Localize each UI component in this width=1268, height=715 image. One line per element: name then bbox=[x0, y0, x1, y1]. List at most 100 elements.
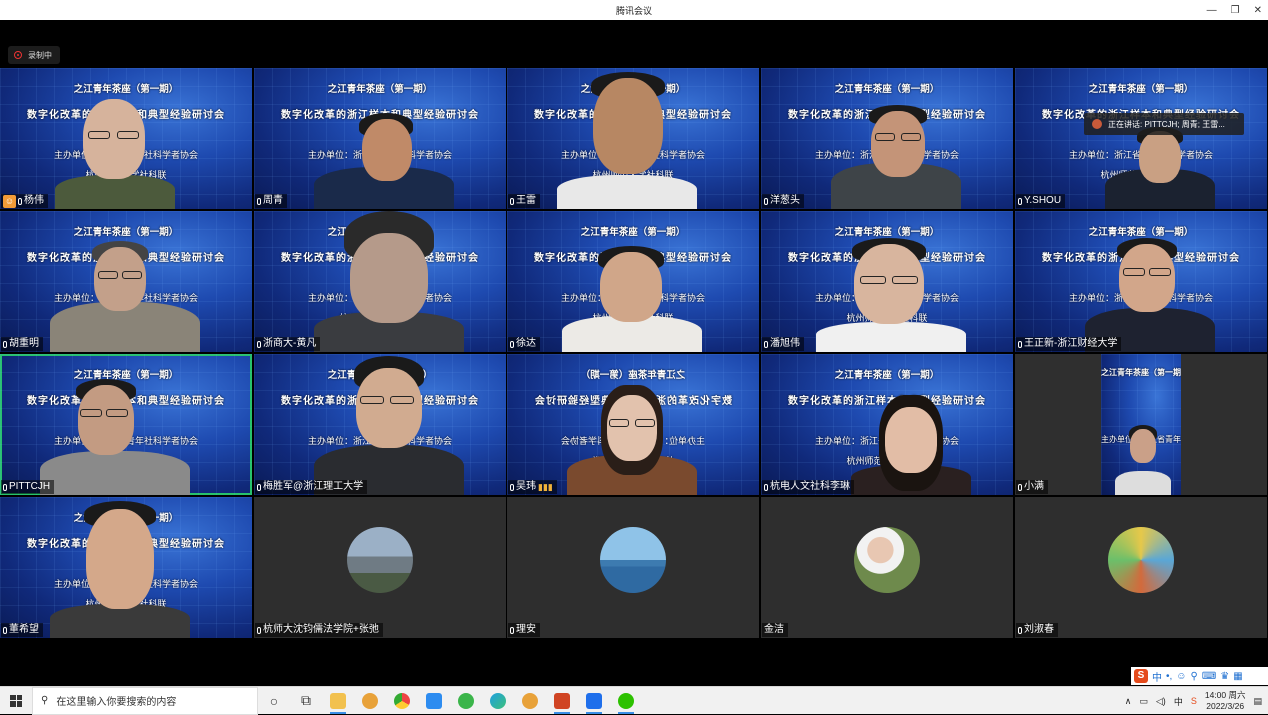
participant-name-tag: 吴玮 ▮▮▮ bbox=[508, 480, 557, 494]
minimize-icon[interactable]: — bbox=[1207, 5, 1217, 16]
participant-name: 金洁 bbox=[764, 624, 784, 635]
participant-video bbox=[40, 375, 190, 495]
video-tile[interactable]: 之江青年茶座（第一期） 主办单位：浙江省青年社科学者协会 小满 bbox=[1015, 354, 1267, 495]
participant-name: 杭师大沈钧儒法学院+张弛 bbox=[263, 624, 379, 635]
keyboard-icon[interactable]: ⌨ bbox=[1202, 671, 1216, 682]
participant-name: 王雷 bbox=[516, 195, 536, 206]
video-tile[interactable]: 之江青年茶座（第一期） 数字化改革的浙江样本和典型经验研讨会 主办单位：浙江省青… bbox=[254, 68, 506, 209]
recording-indicator[interactable]: 录制中 bbox=[8, 46, 60, 64]
avatar bbox=[1108, 527, 1174, 593]
mic-icon bbox=[257, 626, 261, 634]
avatar bbox=[347, 527, 413, 593]
video-tile[interactable]: 之江青年茶座（第一期） 数字化改革的浙江样本和典型经验研讨会 主办单位：浙江省青… bbox=[0, 497, 252, 638]
window-title: 腾讯会议 bbox=[615, 5, 652, 16]
participant-name: 刘淑春 bbox=[1024, 624, 1054, 635]
sogou-tray-icon[interactable]: S bbox=[1191, 696, 1197, 706]
sogou-icon[interactable]: S bbox=[1134, 669, 1148, 683]
video-tile[interactable]: 之江青年茶座（第一期） 数字化改革的浙江样本和典型经验研讨会 主办单位：浙江省青… bbox=[0, 354, 252, 495]
task-view-icon[interactable]: ⧉ bbox=[290, 687, 322, 715]
ime-mode[interactable]: 中 bbox=[1152, 669, 1162, 684]
edge-icon[interactable] bbox=[482, 687, 514, 715]
participant-name: 理安 bbox=[516, 624, 536, 635]
app-icon[interactable] bbox=[514, 687, 546, 715]
powerpoint-icon[interactable] bbox=[546, 687, 578, 715]
participant-video bbox=[50, 227, 200, 352]
participant-name-tag: 洋葱头 bbox=[762, 194, 804, 208]
video-tile[interactable]: 之江青年茶座（第一期） 数字化改革的浙江样本和典型经验研讨会 主办单位：浙江省青… bbox=[507, 211, 759, 352]
video-tile[interactable]: 之江青年茶座（第一期） 数字化改革的浙江样本和典型经验研讨会 主办单位：浙江省青… bbox=[761, 211, 1013, 352]
chrome-icon[interactable] bbox=[386, 687, 418, 715]
toolbox-icon[interactable]: ▦ bbox=[1233, 671, 1242, 682]
video-tile[interactable]: 之江青年茶座（第一期） 数字化改革的浙江样本和典型经验研讨会 主办单位：浙江省青… bbox=[761, 68, 1013, 209]
video-tile[interactable]: 理安 bbox=[507, 497, 759, 638]
system-tray: ∧ ▭ ◁) 中 S 14:00 周六 2022/3/26 ▤ bbox=[1125, 687, 1268, 715]
network-icon[interactable]: ▭ bbox=[1139, 696, 1148, 707]
search-placeholder: 在这里输入你要搜索的内容 bbox=[56, 697, 177, 708]
notification-icon[interactable]: ▤ bbox=[1253, 696, 1262, 707]
participant-name-tag: Y.SHOU bbox=[1016, 194, 1066, 208]
participant-video bbox=[314, 211, 464, 352]
avatar bbox=[854, 527, 920, 593]
participant-name-tag: 杭电人文社科李琳 bbox=[762, 480, 854, 494]
video-tile[interactable]: 金洁 bbox=[761, 497, 1013, 638]
video-tile[interactable]: 之江青年茶座（第一期） 数字化改革的浙江样本和典型经验研讨会 主办单位：浙江省青… bbox=[507, 68, 759, 209]
video-tile[interactable]: 之江青年茶座（第一期） 数字化改革的浙江样本和典型经验研讨会 主办单位：浙江省青… bbox=[0, 211, 252, 352]
mic-icon bbox=[257, 340, 261, 348]
ime-indicator[interactable]: 中 bbox=[1174, 695, 1183, 708]
mic-icon bbox=[764, 483, 768, 491]
video-tile[interactable]: 刘淑春 bbox=[1015, 497, 1267, 638]
close-icon[interactable]: ✕ bbox=[1254, 5, 1262, 16]
video-tile[interactable]: 之江青年茶座（第一期） 数字化改革的浙江样本和典型经验研讨会 主办单位：浙江省青… bbox=[761, 354, 1013, 495]
cortana-icon[interactable]: ○ bbox=[258, 687, 290, 715]
mic-icon bbox=[1018, 626, 1022, 634]
participant-video bbox=[816, 234, 966, 352]
taskbar-search[interactable]: ⚲ 在这里输入你要搜索的内容 bbox=[32, 686, 258, 715]
participant-name-tag: 浙商大-黄凡 bbox=[255, 337, 321, 351]
ime-toolbar[interactable]: S 中 •, ☺ ⚲ ⌨ ♛ ▦ bbox=[1131, 667, 1268, 685]
participant-name-tag: 潘旭伟 bbox=[762, 337, 804, 351]
voice-icon[interactable]: ⚲ bbox=[1191, 671, 1198, 682]
video-tile[interactable]: 之江青年茶座（第一期） 数字化改革的浙江样本和典型经验研讨会 主办单位：浙江省青… bbox=[1015, 211, 1267, 352]
emoji-icon[interactable]: ☺ bbox=[1176, 671, 1186, 682]
volume-icon[interactable]: ◁) bbox=[1156, 696, 1166, 707]
participant-name: 胡重明 bbox=[9, 338, 39, 349]
video-tile[interactable]: 之江青年茶座（第一期） 数字化改革的浙江样本和典型经验研讨会 主办单位：浙江省青… bbox=[254, 211, 506, 352]
punctuation-icon[interactable]: •, bbox=[1166, 671, 1172, 682]
app-icon[interactable] bbox=[354, 687, 386, 715]
participant-video bbox=[547, 68, 707, 209]
wechat-icon[interactable] bbox=[610, 687, 642, 715]
speaking-text: 正在讲话: PITTCJH; 周青; 王雷... bbox=[1108, 119, 1225, 129]
app-icon[interactable] bbox=[418, 687, 450, 715]
mic-icon bbox=[764, 340, 768, 348]
participant-name: 周青 bbox=[263, 195, 283, 206]
start-button[interactable] bbox=[0, 687, 32, 715]
restore-icon[interactable]: ❐ bbox=[1231, 5, 1240, 16]
participant-name: 徐达 bbox=[516, 338, 536, 349]
video-tile[interactable]: 之江青年茶座（第一期） 数字化改革的浙江样本和典型经验研讨会 主办单位：浙江省青… bbox=[0, 68, 252, 209]
file-explorer-icon[interactable] bbox=[322, 687, 354, 715]
mic-icon bbox=[764, 197, 768, 205]
participant-name-tag: 王正新-浙江财经大学 bbox=[1016, 337, 1122, 351]
windows-taskbar: ⚲ 在这里输入你要搜索的内容 ○ ⧉ ∧ ▭ ◁) 中 S 14:00 周六 2… bbox=[0, 686, 1268, 715]
clock[interactable]: 14:00 周六 2022/3/26 bbox=[1205, 690, 1246, 712]
mic-icon bbox=[1018, 197, 1022, 205]
record-icon bbox=[14, 51, 22, 59]
participant-name: 潘旭伟 bbox=[770, 338, 800, 349]
video-tile[interactable]: 杭师大沈钧儒法学院+张弛 bbox=[254, 497, 506, 638]
app-icon[interactable] bbox=[450, 687, 482, 715]
windows-icon bbox=[10, 694, 22, 707]
mic-icon bbox=[1018, 340, 1022, 348]
clock-time: 14:00 周六 bbox=[1204, 690, 1246, 700]
participant-video bbox=[55, 89, 175, 209]
skin-icon[interactable]: ♛ bbox=[1220, 671, 1229, 682]
participant-name-tag: 金洁 bbox=[762, 623, 788, 637]
video-tile[interactable]: 之江青年茶座（第一期） 数字化改革的浙江样本和典型经验研讨会 主办单位：浙江省青… bbox=[254, 354, 506, 495]
tencent-meeting-icon[interactable] bbox=[578, 687, 610, 715]
mic-icon bbox=[510, 197, 514, 205]
banner-title: 之江青年茶座（第一期） bbox=[1101, 368, 1181, 377]
chevron-up-icon[interactable]: ∧ bbox=[1125, 696, 1132, 707]
mic-icon bbox=[257, 197, 261, 205]
video-tile[interactable]: 之江青年茶座（第一期） 数字化改革的浙江样本和典型经验研讨会 主办单位：浙江省青… bbox=[1015, 68, 1267, 209]
participant-name: 洋葱头 bbox=[770, 195, 800, 206]
video-tile[interactable]: 之江青年茶座（第一期） 数字化改革的浙江样本和典型经验研讨会 主办单位：浙江省青… bbox=[507, 354, 759, 495]
